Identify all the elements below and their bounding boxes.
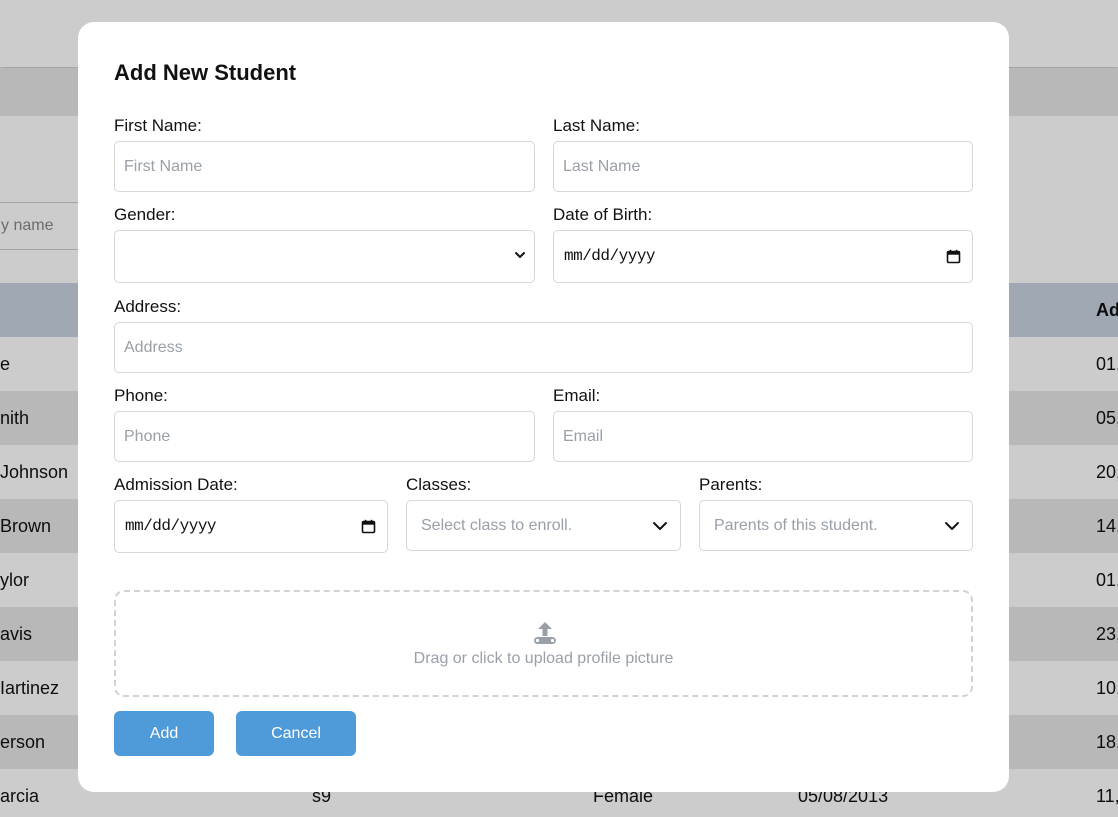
admission-date-label: Admission Date: — [114, 475, 238, 494]
profile-picture-dropzone[interactable]: Drag or click to upload profile picture — [114, 590, 973, 697]
address-input[interactable] — [114, 322, 973, 373]
cancel-button[interactable]: Cancel — [236, 711, 356, 756]
admission-date-input[interactable]: mm/dd/yyyy — [114, 500, 388, 553]
admission-date-value: mm/dd/yyyy — [125, 517, 217, 535]
classes-label: Classes: — [406, 475, 472, 494]
dob-label: Date of Birth: — [553, 205, 653, 224]
add-student-modal: Add New Student First Name: Last Name: G… — [78, 22, 1009, 792]
chevron-down-icon — [945, 522, 959, 530]
modal-title: Add New Student — [114, 60, 297, 85]
add-button[interactable]: Add — [114, 711, 214, 756]
calendar-icon[interactable] — [361, 519, 376, 534]
dob-date-input[interactable]: mm/dd/yyyy — [553, 230, 973, 283]
upload-instruction: Drag or click to upload profile picture — [413, 650, 674, 667]
classes-select[interactable]: Select class to enroll. — [406, 500, 681, 551]
last-name-input[interactable] — [553, 141, 973, 192]
email-label: Email: — [553, 386, 601, 405]
gender-label: Gender: — [114, 205, 176, 224]
calendar-icon[interactable] — [946, 249, 961, 264]
classes-placeholder: Select class to enroll. — [421, 517, 573, 534]
email-input[interactable] — [553, 411, 973, 462]
upload-icon — [534, 622, 556, 644]
first-name-label: First Name: — [114, 116, 202, 135]
chevron-down-icon — [653, 522, 667, 530]
phone-input[interactable] — [114, 411, 535, 462]
phone-label: Phone: — [114, 386, 168, 405]
address-label: Address: — [114, 297, 182, 316]
gender-select[interactable] — [114, 230, 535, 283]
first-name-input[interactable] — [114, 141, 535, 192]
chevron-down-icon — [515, 252, 525, 258]
parents-label: Parents: — [699, 475, 763, 494]
dob-value: mm/dd/yyyy — [564, 247, 656, 265]
parents-select[interactable]: Parents of this student. — [699, 500, 973, 551]
parents-placeholder: Parents of this student. — [714, 517, 878, 534]
last-name-label: Last Name: — [553, 116, 640, 135]
